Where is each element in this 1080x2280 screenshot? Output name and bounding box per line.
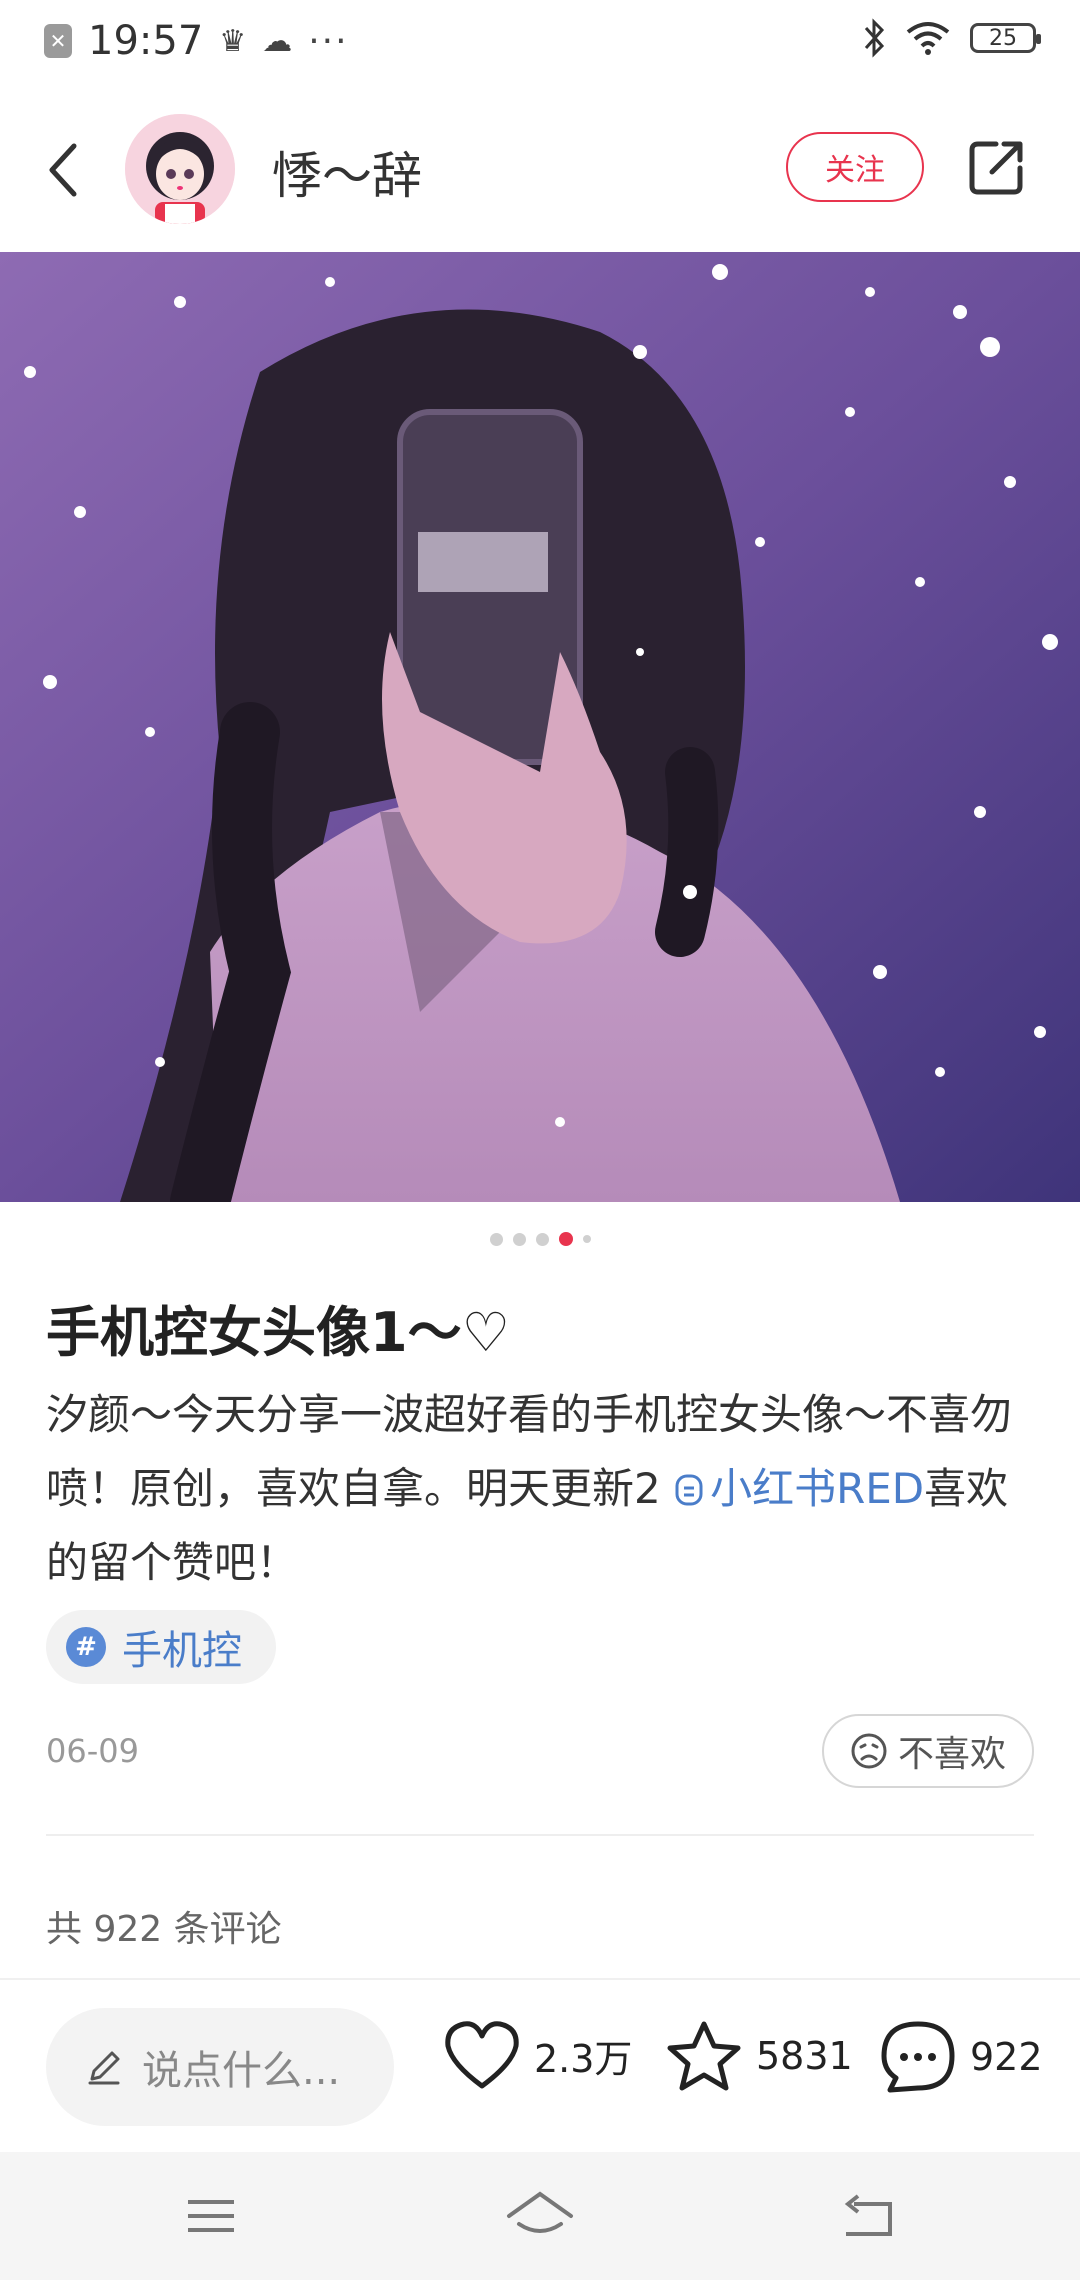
post-description: 汐颜～今天分享一波超好看的手机控女头像～不喜勿喷！原创，喜欢自拿。明天更新2 小… bbox=[46, 1378, 1036, 1600]
wifi-icon bbox=[906, 22, 950, 55]
back-nav-icon[interactable] bbox=[834, 2186, 904, 2246]
post-title-text: 手机控女头像1～ bbox=[46, 1301, 462, 1364]
like-count: 2.3万 bbox=[534, 2036, 633, 2081]
xiaohongshu-link-text: 小红书RED bbox=[710, 1464, 925, 1513]
note-icon bbox=[675, 1474, 703, 1506]
carousel-indicator bbox=[0, 1232, 1080, 1246]
carousel-dot-1 bbox=[489, 1232, 503, 1246]
comment-total: 922 bbox=[970, 2035, 1043, 2079]
divider bbox=[46, 1834, 1034, 1836]
photo-illustration bbox=[0, 252, 1080, 1202]
bluetooth-icon bbox=[864, 18, 885, 58]
post-title: 手机控女头像1～♡ bbox=[46, 1288, 510, 1367]
status-right: 25 bbox=[862, 18, 1041, 58]
heart-icon bbox=[445, 2021, 519, 2089]
comment-button[interactable]: 922 bbox=[878, 2018, 1043, 2096]
status-bar: ✕ 19:57 ♛ ☁ ··· 25 bbox=[0, 0, 1080, 84]
username[interactable]: 悸～辞 bbox=[272, 136, 422, 208]
status-left: ✕ 19:57 ♛ ☁ ··· bbox=[44, 18, 349, 64]
post-date: 06-09 bbox=[46, 1732, 139, 1770]
sad-face-icon bbox=[851, 1733, 887, 1769]
star-icon bbox=[667, 2021, 741, 2091]
follow-button[interactable]: 关注 bbox=[786, 132, 924, 202]
carousel-dot-2 bbox=[512, 1232, 526, 1246]
home-icon[interactable] bbox=[505, 2186, 575, 2246]
pencil-icon bbox=[88, 2051, 120, 2085]
collect-count: 5831 bbox=[756, 2034, 853, 2078]
comment-count: 共 922 条评论 bbox=[46, 1909, 282, 1950]
system-navigation-bar bbox=[0, 2152, 1080, 2280]
status-time: 19:57 bbox=[88, 18, 204, 64]
carousel-dot-3 bbox=[535, 1232, 549, 1246]
back-icon[interactable] bbox=[36, 140, 96, 200]
battery-level: 25 bbox=[989, 25, 1017, 51]
post-photo[interactable] bbox=[0, 252, 1080, 1202]
heart-emoji-icon: ♡ bbox=[461, 1301, 510, 1364]
xiaohongshu-link[interactable]: 小红书RED bbox=[674, 1464, 924, 1513]
collect-button[interactable]: 5831 bbox=[664, 2018, 853, 2094]
battery-icon: 25 bbox=[970, 23, 1041, 53]
wechat-icon: ☁ bbox=[262, 23, 293, 59]
hashtag-icon: # bbox=[66, 1627, 106, 1667]
post-header: 悸～辞 关注 bbox=[0, 110, 1080, 230]
topic-tag[interactable]: # 手机控 bbox=[46, 1610, 276, 1684]
carousel-dot-active bbox=[558, 1232, 573, 1246]
menu-icon[interactable] bbox=[176, 2186, 246, 2246]
more-notifications-icon: ··· bbox=[308, 20, 349, 62]
share-icon[interactable] bbox=[966, 136, 1028, 198]
comment-bubble-icon bbox=[881, 2021, 955, 2093]
avatar[interactable] bbox=[125, 114, 235, 224]
comment-input-placeholder: 说点什么... bbox=[142, 2048, 341, 2094]
bottom-action-bar: 说点什么... 2.3万 5831 922 bbox=[0, 1980, 1080, 2152]
topic-tag-label: 手机控 bbox=[122, 1628, 242, 1674]
avatar-image bbox=[125, 114, 235, 224]
crown-icon: ♛ bbox=[219, 23, 247, 59]
notification-icon: ✕ bbox=[44, 24, 72, 58]
comment-input[interactable]: 说点什么... bbox=[46, 2008, 394, 2126]
dislike-button[interactable]: 不喜欢 bbox=[822, 1714, 1034, 1788]
carousel-dot-5 bbox=[582, 1235, 591, 1243]
dislike-label: 不喜欢 bbox=[897, 1734, 1006, 1775]
like-button[interactable]: 2.3万 bbox=[442, 2018, 632, 2092]
